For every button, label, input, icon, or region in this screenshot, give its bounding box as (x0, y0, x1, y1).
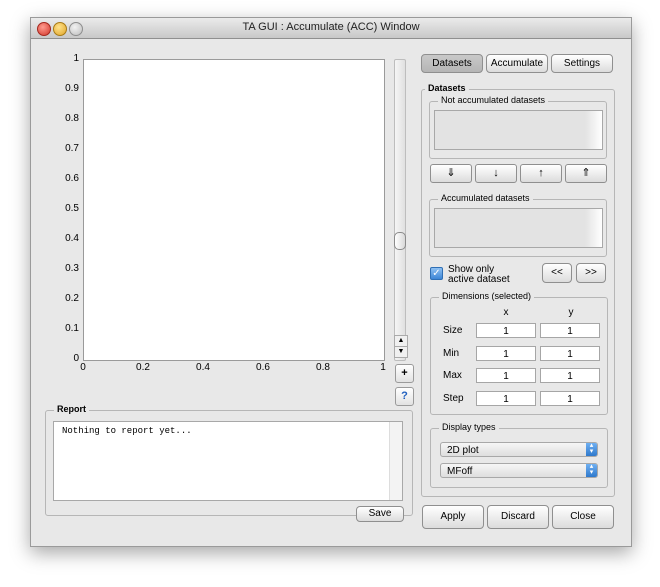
y-tick-label: 0.3 (65, 263, 79, 274)
step-x-field[interactable]: 1 (476, 391, 536, 406)
tab-settings[interactable]: Settings (551, 54, 613, 73)
dimension-x-header: x (503, 307, 509, 318)
not-accumulated-label: Not accumulated datasets (438, 95, 549, 105)
y-tick-label: 0.9 (65, 83, 79, 94)
dimension-row-label: Step (443, 393, 464, 404)
display-types-title: Display types (439, 422, 499, 432)
move-up-button[interactable]: ↑ (520, 164, 562, 183)
mf-mode-value: MFoff (447, 466, 473, 477)
y-tick-label: 0.1 (65, 323, 79, 334)
min-y-field[interactable]: 1 (540, 346, 600, 361)
datasets-panel-title: Datasets (425, 83, 469, 93)
max-y-field[interactable]: 1 (540, 368, 600, 383)
move-all-down-button[interactable]: ⇓ (430, 164, 472, 183)
size-x-field[interactable]: 1 (476, 323, 536, 338)
previous-dataset-button[interactable]: << (542, 263, 572, 283)
x-tick-label: 0.6 (256, 362, 270, 373)
x-tick-label: 0.8 (316, 362, 330, 373)
report-scrollbar[interactable] (389, 422, 402, 500)
y-tick-label: 0.2 (65, 293, 79, 304)
acc-window: TA GUI : Accumulate (ACC) Window 1 0.9 0.8… (30, 17, 632, 547)
zoom-plus-button[interactable]: + (395, 364, 414, 383)
dimension-row-label: Size (443, 325, 463, 336)
dimension-y-header: y (568, 307, 574, 318)
dimensions-title: Dimensions (selected) (439, 291, 535, 301)
tab-datasets[interactable]: Datasets (421, 54, 483, 73)
y-tick-label: 0 (73, 353, 79, 364)
size-y-field[interactable]: 1 (540, 323, 600, 338)
report-text: Nothing to report yet... (62, 426, 192, 436)
discard-button[interactable]: Discard (487, 505, 549, 529)
tab-accumulate[interactable]: Accumulate (486, 54, 548, 73)
y-tick-label: 0.5 (65, 203, 79, 214)
y-tick-label: 1 (73, 53, 79, 64)
max-x-field[interactable]: 1 (476, 368, 536, 383)
apply-button[interactable]: Apply (422, 505, 484, 529)
accumulated-label: Accumulated datasets (438, 193, 533, 203)
accumulated-list[interactable] (434, 208, 603, 248)
y-tick-label: 0.6 (65, 173, 79, 184)
report-title: Report (54, 404, 89, 414)
slider-thumb[interactable] (394, 232, 406, 250)
show-only-label: Show only active dataset (448, 265, 510, 285)
dimension-row-label: Max (443, 370, 462, 381)
display-type-value: 2D plot (447, 445, 479, 456)
vertical-slider[interactable] (394, 59, 406, 361)
save-button[interactable]: Save (356, 506, 404, 522)
display-types-group: Display types (430, 422, 608, 488)
show-only-active-checkbox[interactable]: ✓ (430, 267, 443, 280)
mf-mode-select[interactable]: MFoff ▴ ▾ (440, 463, 598, 478)
next-dataset-button[interactable]: >> (576, 263, 606, 283)
step-y-field[interactable]: 1 (540, 391, 600, 406)
help-button[interactable]: ? (395, 387, 414, 406)
window-title: TA GUI : Accumulate (ACC) Window (242, 21, 420, 33)
y-tick-label: 0.8 (65, 113, 79, 124)
y-tick-label: 0.4 (65, 233, 79, 244)
title-bar[interactable]: TA GUI : Accumulate (ACC) Window (31, 18, 631, 39)
x-tick-label: 1 (380, 362, 386, 373)
not-accumulated-list[interactable] (434, 110, 603, 150)
x-tick-label: 0.2 (136, 362, 150, 373)
report-textarea[interactable]: Nothing to report yet... (53, 421, 403, 501)
x-tick-label: 0 (80, 362, 86, 373)
move-down-button[interactable]: ↓ (475, 164, 517, 183)
close-button[interactable]: Close (552, 505, 614, 529)
y-tick-label: 0.7 (65, 143, 79, 154)
select-updown-icon: ▴ ▾ (586, 442, 597, 456)
x-tick-label: 0.4 (196, 362, 210, 373)
show-only-label-line2: active dataset (448, 274, 510, 285)
dimension-row-label: Min (443, 348, 460, 359)
min-x-field[interactable]: 1 (476, 346, 536, 361)
display-type-select[interactable]: 2D plot ▴ ▾ (440, 442, 598, 457)
slider-down-arrow-icon[interactable]: ▼ (394, 346, 408, 358)
plot-axes[interactable] (83, 59, 385, 361)
select-updown-icon: ▴ ▾ (586, 463, 597, 477)
move-all-up-button[interactable]: ⇑ (565, 164, 607, 183)
